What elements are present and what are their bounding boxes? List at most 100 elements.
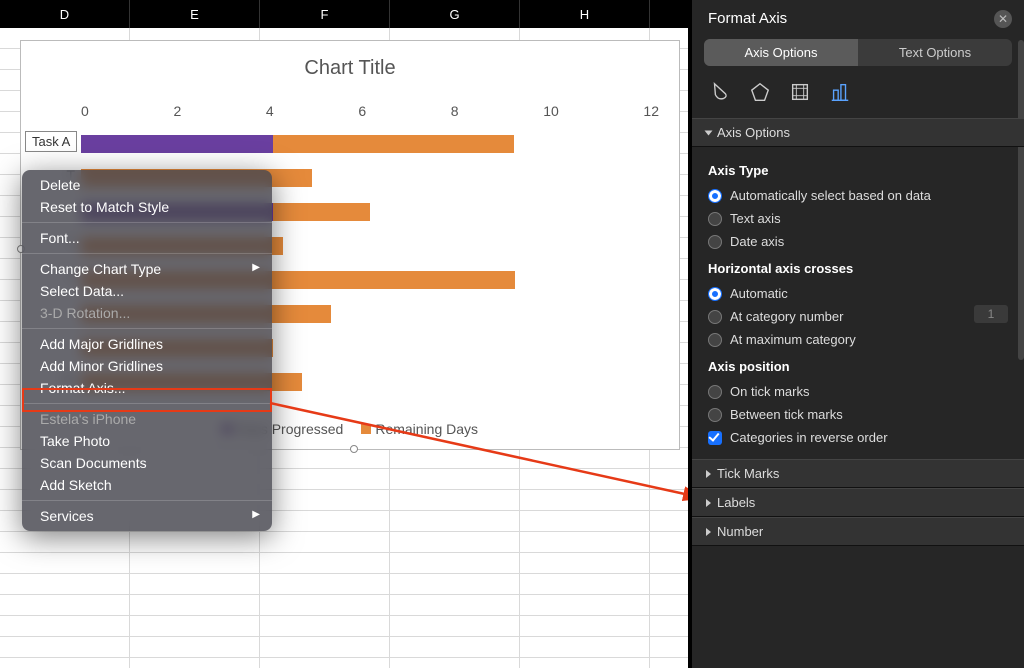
menu-item-format-axis[interactable]: Format Axis... bbox=[22, 377, 272, 399]
x-tick: 0 bbox=[81, 103, 89, 121]
legend-entry[interactable]: Remaining Days bbox=[361, 421, 478, 437]
menu-item-change-chart-type[interactable]: Change Chart Type ▶ bbox=[22, 258, 272, 280]
x-axis-ticks: 0 2 4 6 8 10 12 bbox=[81, 103, 659, 121]
x-tick: 8 bbox=[451, 103, 459, 121]
x-tick: 6 bbox=[358, 103, 366, 121]
tab-axis-options[interactable]: Axis Options bbox=[704, 39, 858, 66]
menu-item-add-major-gridlines[interactable]: Add Major Gridlines bbox=[22, 333, 272, 355]
selection-handle[interactable] bbox=[350, 445, 358, 453]
format-category-icons bbox=[692, 78, 1024, 118]
disclosure-triangle-icon bbox=[706, 528, 711, 536]
menu-separator bbox=[22, 328, 272, 329]
submenu-arrow-icon: ▶ bbox=[252, 262, 260, 273]
radio-label: Date axis bbox=[730, 234, 784, 249]
pane-title-label: Format Axis bbox=[708, 10, 787, 27]
menu-item-services[interactable]: Services ▶ bbox=[22, 505, 272, 527]
section-label: Labels bbox=[717, 495, 755, 510]
tab-text-options[interactable]: Text Options bbox=[858, 39, 1012, 66]
section-body: Axis Type Automatically select based on … bbox=[692, 147, 1024, 459]
radio-label: Automatic bbox=[730, 286, 788, 301]
scrollbar[interactable] bbox=[1018, 40, 1024, 360]
menu-separator bbox=[22, 500, 272, 501]
legend-swatch bbox=[361, 424, 371, 434]
section-number[interactable]: Number bbox=[692, 517, 1024, 546]
x-tick: 10 bbox=[543, 103, 559, 121]
radio-hcross-max[interactable]: At maximum category bbox=[708, 328, 1008, 351]
radio-icon bbox=[708, 235, 722, 249]
radio-label: At maximum category bbox=[730, 332, 856, 347]
radio-axis-type-text[interactable]: Text axis bbox=[708, 207, 1008, 230]
y-axis-selected-label[interactable]: Task A bbox=[25, 131, 77, 152]
section-label: Number bbox=[717, 524, 763, 539]
section-labels[interactable]: Labels bbox=[692, 488, 1024, 517]
radio-hcross-category[interactable]: At category number 1 bbox=[708, 305, 1008, 328]
menu-item-3d-rotation: 3-D Rotation... bbox=[22, 302, 272, 324]
bar-segment-progressed[interactable] bbox=[81, 135, 273, 153]
submenu-arrow-icon: ▶ bbox=[252, 509, 260, 520]
context-menu: Delete Reset to Match Style Font... Chan… bbox=[22, 170, 272, 531]
radio-on-tick-marks[interactable]: On tick marks bbox=[708, 380, 1008, 403]
menu-item-font[interactable]: Font... bbox=[22, 227, 272, 249]
axis-options-icon[interactable] bbox=[826, 78, 854, 106]
radio-icon bbox=[708, 385, 722, 399]
legend-label: Remaining Days bbox=[375, 421, 478, 437]
radio-icon bbox=[708, 287, 722, 301]
radio-icon bbox=[708, 408, 722, 422]
menu-item-add-minor-gridlines[interactable]: Add Minor Gridlines bbox=[22, 355, 272, 377]
radio-icon bbox=[708, 310, 722, 324]
radio-icon bbox=[708, 333, 722, 347]
category-number-field[interactable]: 1 bbox=[974, 305, 1008, 323]
menu-item-take-photo[interactable]: Take Photo bbox=[22, 430, 272, 452]
close-icon[interactable]: ✕ bbox=[994, 10, 1012, 28]
fill-line-icon[interactable] bbox=[706, 78, 734, 106]
radio-axis-type-auto[interactable]: Automatically select based on data bbox=[708, 184, 1008, 207]
radio-label: On tick marks bbox=[730, 384, 809, 399]
menu-item-add-sketch[interactable]: Add Sketch bbox=[22, 474, 272, 496]
format-axis-pane: Format Axis ✕ Axis Options Text Options … bbox=[688, 0, 1024, 668]
chart-title[interactable]: Chart Title bbox=[21, 41, 679, 88]
bar-segment-remaining[interactable] bbox=[273, 203, 370, 221]
menu-separator bbox=[22, 403, 272, 404]
column-header[interactable]: E bbox=[130, 0, 260, 28]
radio-axis-type-date[interactable]: Date axis bbox=[708, 230, 1008, 253]
radio-label: Text axis bbox=[730, 211, 781, 226]
menu-label: Change Chart Type bbox=[40, 261, 161, 277]
radio-icon bbox=[708, 189, 722, 203]
bar-segment-remaining[interactable] bbox=[273, 135, 514, 153]
disclosure-triangle-icon bbox=[706, 470, 711, 478]
x-tick: 12 bbox=[643, 103, 659, 121]
radio-label: Between tick marks bbox=[730, 407, 843, 422]
radio-hcross-auto[interactable]: Automatic bbox=[708, 282, 1008, 305]
radio-label: At category number bbox=[730, 309, 843, 324]
sub-header: Axis position bbox=[708, 359, 1008, 374]
radio-icon bbox=[708, 212, 722, 226]
section-label: Tick Marks bbox=[717, 466, 779, 481]
radio-between-tick-marks[interactable]: Between tick marks bbox=[708, 403, 1008, 426]
size-properties-icon[interactable] bbox=[786, 78, 814, 106]
menu-item-delete[interactable]: Delete bbox=[22, 174, 272, 196]
sub-header: Horizontal axis crosses bbox=[708, 261, 1008, 276]
column-header[interactable]: F bbox=[260, 0, 390, 28]
checkbox-label: Categories in reverse order bbox=[730, 430, 888, 445]
column-header[interactable]: D bbox=[0, 0, 130, 28]
menu-item-reset-style[interactable]: Reset to Match Style bbox=[22, 196, 272, 218]
section-label: Axis Options bbox=[717, 125, 790, 140]
x-tick: 4 bbox=[266, 103, 274, 121]
disclosure-triangle-icon bbox=[705, 131, 713, 136]
bar-row: Task A bbox=[81, 135, 659, 155]
segmented-control: Axis Options Text Options bbox=[704, 39, 1012, 66]
section-axis-options[interactable]: Axis Options bbox=[692, 118, 1024, 147]
pane-title: Format Axis ✕ bbox=[692, 0, 1024, 39]
checkbox-icon bbox=[708, 431, 722, 445]
menu-item-iphone: Estela's iPhone bbox=[22, 408, 272, 430]
effects-icon[interactable] bbox=[746, 78, 774, 106]
column-header[interactable]: H bbox=[520, 0, 650, 28]
section-tick-marks[interactable]: Tick Marks bbox=[692, 459, 1024, 488]
radio-label: Automatically select based on data bbox=[730, 188, 931, 203]
menu-item-scan-documents[interactable]: Scan Documents bbox=[22, 452, 272, 474]
menu-item-select-data[interactable]: Select Data... bbox=[22, 280, 272, 302]
column-headers: D E F G H bbox=[0, 0, 688, 28]
checkbox-categories-reverse[interactable]: Categories in reverse order bbox=[708, 426, 1008, 449]
menu-label: Services bbox=[40, 508, 94, 524]
column-header[interactable]: G bbox=[390, 0, 520, 28]
